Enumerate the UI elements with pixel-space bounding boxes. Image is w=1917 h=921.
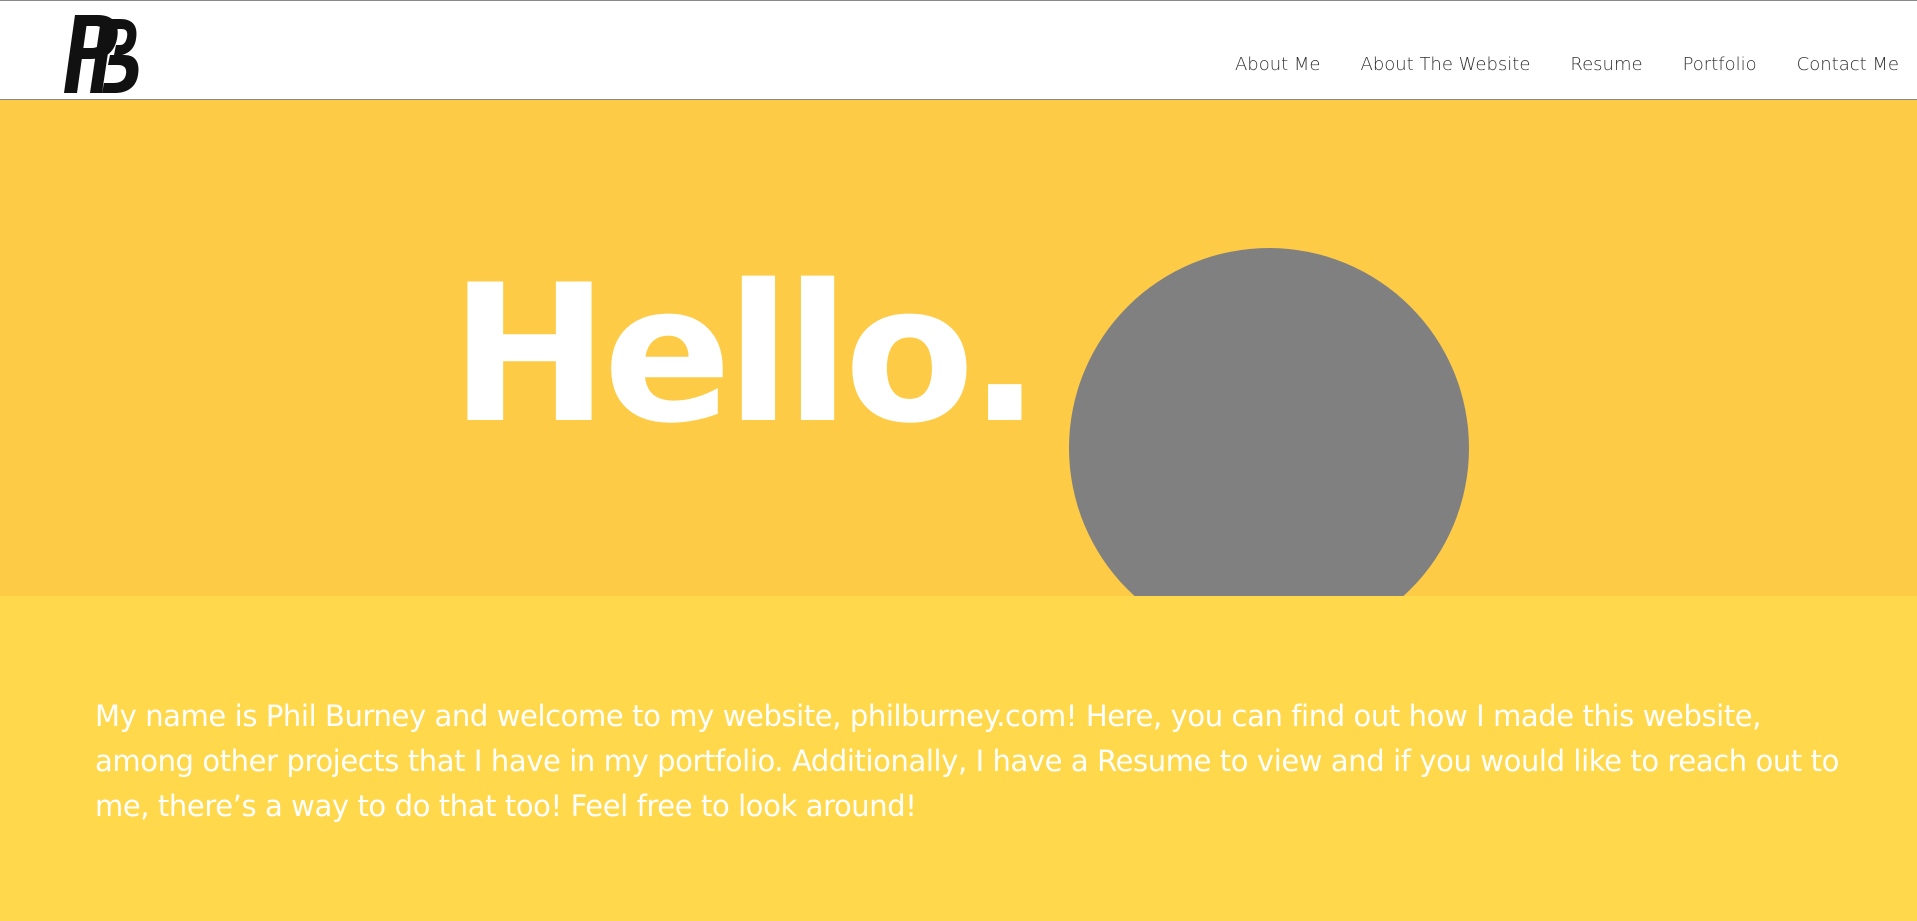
hero-title: Hello.: [450, 244, 1041, 465]
nav-portfolio[interactable]: Portfolio: [1683, 51, 1757, 79]
intro-paragraph: My name is Phil Burney and welcome to my…: [95, 699, 1839, 823]
hero-section: Hello.: [0, 100, 1917, 648]
nav-about-me[interactable]: About Me: [1235, 51, 1321, 79]
nav-resume[interactable]: Resume: [1570, 51, 1642, 79]
intro-section: My name is Phil Burney and welcome to my…: [0, 596, 1917, 921]
site-header: About Me About The Website Resume Portfo…: [0, 0, 1917, 100]
pb-logo[interactable]: [50, 11, 140, 97]
main-nav: About Me About The Website Resume Portfo…: [1235, 51, 1899, 79]
nav-about-the-website[interactable]: About The Website: [1361, 51, 1531, 79]
profile-avatar: [1069, 248, 1469, 648]
nav-contact-me[interactable]: Contact Me: [1797, 51, 1899, 79]
